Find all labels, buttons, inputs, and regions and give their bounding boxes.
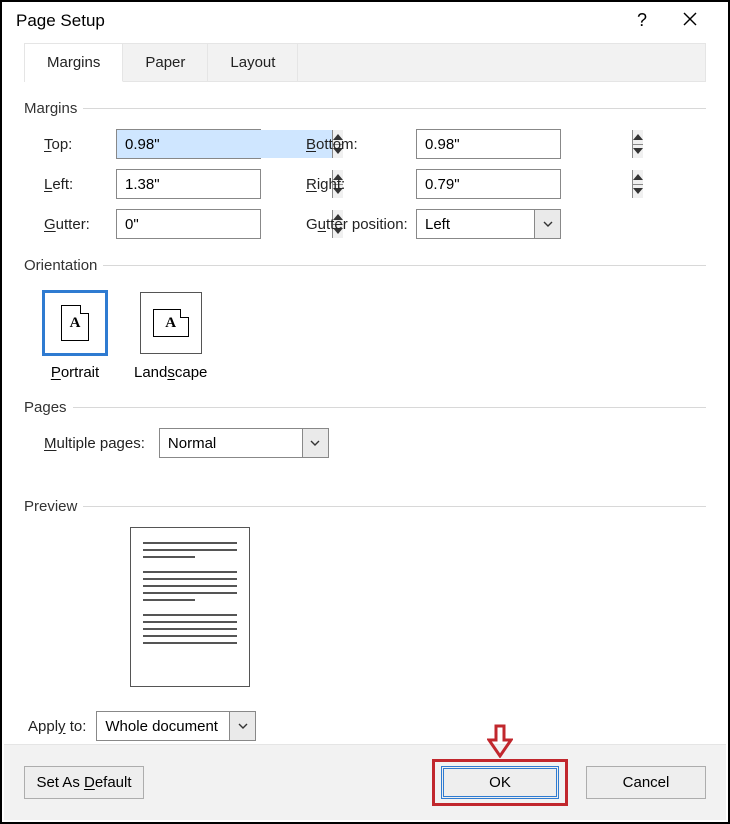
tabstrip: Margins Paper Layout xyxy=(24,43,706,82)
section-orientation-title: Orientation xyxy=(24,257,97,274)
multiple-pages-value: Normal xyxy=(160,429,302,457)
label-right: Right: xyxy=(306,176,416,193)
close-icon xyxy=(683,12,697,26)
label-gutter-position: Gutter position: xyxy=(306,216,416,233)
section-margins: Margins Top: Bottom: Left: xyxy=(24,100,706,239)
orientation-landscape-label: Landscape xyxy=(134,364,207,381)
spinner-bottom[interactable] xyxy=(416,129,561,159)
label-top: Top: xyxy=(44,136,116,153)
spinner-top[interactable] xyxy=(116,129,261,159)
label-bottom: Bottom: xyxy=(306,136,416,153)
apply-to-value: Whole document xyxy=(97,712,229,740)
section-pages-title: Pages xyxy=(24,399,67,416)
apply-to-row: Apply to: Whole document xyxy=(24,711,706,741)
cancel-button[interactable]: Cancel xyxy=(586,766,706,799)
label-multiple-pages: Multiple pages: xyxy=(44,435,145,452)
input-bottom[interactable] xyxy=(417,130,632,158)
chevron-down-icon xyxy=(534,210,560,238)
spinner-right[interactable] xyxy=(416,169,561,199)
spinner-left[interactable] xyxy=(116,169,261,199)
red-arrow-icon xyxy=(487,724,513,758)
chevron-down-icon xyxy=(302,429,328,457)
label-apply-to: Apply to: xyxy=(28,718,86,735)
section-pages: Pages Multiple pages: Normal xyxy=(24,399,706,458)
section-preview: Preview xyxy=(24,498,706,687)
section-orientation: Orientation A Portrait A Landscape xyxy=(24,257,706,381)
bottom-down[interactable] xyxy=(633,144,643,159)
label-gutter: Gutter: xyxy=(44,216,116,233)
bottom-up[interactable] xyxy=(633,130,643,144)
page-landscape-icon: A xyxy=(153,309,189,337)
input-gutter[interactable] xyxy=(117,210,332,238)
page-portrait-icon: A xyxy=(61,305,89,341)
chevron-down-icon xyxy=(229,712,255,740)
input-right[interactable] xyxy=(417,170,632,198)
input-top[interactable] xyxy=(117,130,332,158)
spinner-gutter[interactable] xyxy=(116,209,261,239)
close-button[interactable] xyxy=(666,10,714,31)
orientation-portrait-label: Portrait xyxy=(51,364,99,381)
section-margins-title: Margins xyxy=(24,100,77,117)
orientation-portrait[interactable]: A Portrait xyxy=(44,292,106,381)
right-down[interactable] xyxy=(633,184,643,199)
combo-multiple-pages[interactable]: Normal xyxy=(159,428,329,458)
dialog-content: Margins Paper Layout Margins Top: Bottom… xyxy=(2,37,728,741)
dialog-title: Page Setup xyxy=(16,11,618,31)
input-left[interactable] xyxy=(117,170,332,198)
gutter-position-value: Left xyxy=(417,210,534,238)
preview-page-icon xyxy=(130,527,250,687)
tab-margins[interactable]: Margins xyxy=(25,44,123,82)
right-up[interactable] xyxy=(633,170,643,184)
combo-gutter-position[interactable]: Left xyxy=(416,209,561,239)
tab-layout[interactable]: Layout xyxy=(208,44,298,81)
label-left: Left: xyxy=(44,176,116,193)
help-button[interactable]: ? xyxy=(618,10,666,31)
tab-paper[interactable]: Paper xyxy=(123,44,208,81)
orientation-landscape[interactable]: A Landscape xyxy=(134,292,207,381)
combo-apply-to[interactable]: Whole document xyxy=(96,711,256,741)
ok-highlight-annotation: OK xyxy=(432,759,568,806)
section-preview-title: Preview xyxy=(24,498,77,515)
titlebar: Page Setup ? xyxy=(2,10,728,37)
set-as-default-button[interactable]: Set As Default xyxy=(24,766,144,799)
dialog-footer: Set As Default OK Cancel xyxy=(4,744,726,820)
page-setup-dialog: Page Setup ? Margins Paper Layout Margin… xyxy=(0,0,730,824)
ok-button[interactable]: OK xyxy=(441,766,559,799)
